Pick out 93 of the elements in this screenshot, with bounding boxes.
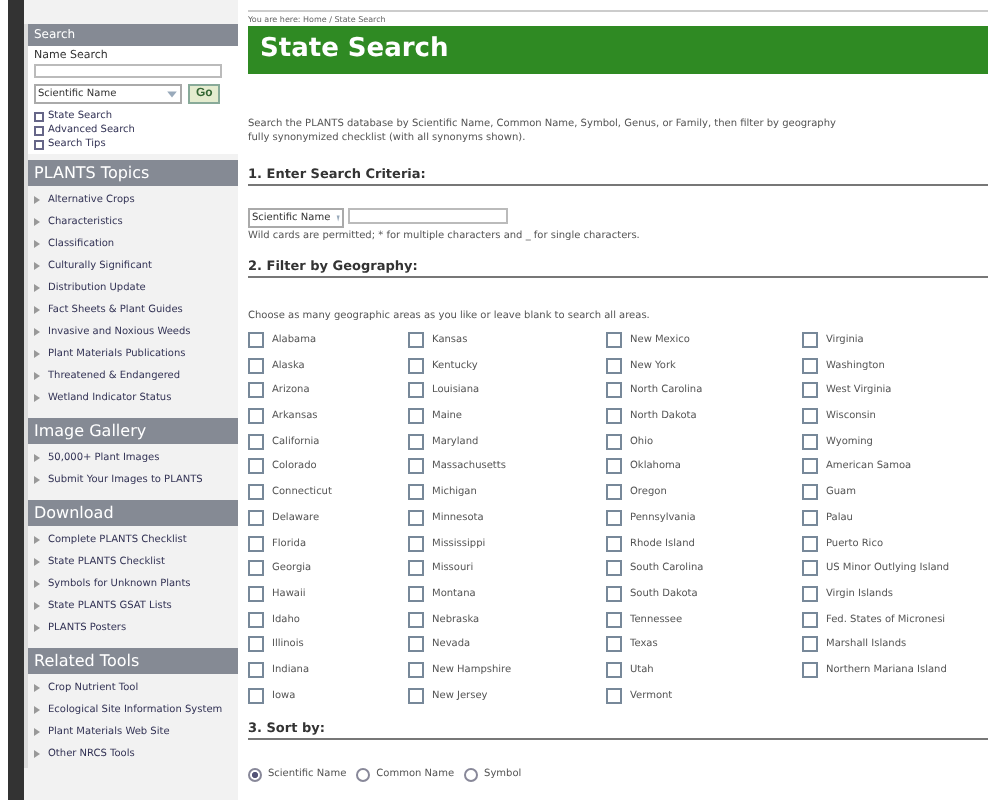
checkbox[interactable] [606,509,622,526]
bullet-icon [34,350,40,358]
bullet-icon [34,139,44,149]
checkbox[interactable] [606,636,622,653]
checkbox[interactable] [248,611,264,628]
checkbox[interactable] [606,433,622,450]
checkbox[interactable] [606,687,622,704]
bullet-icon [34,306,40,314]
checkbox[interactable] [248,458,264,475]
checkbox[interactable] [408,382,424,399]
bullet-icon [34,476,40,484]
sidebar-heading: Download [28,500,238,526]
checkbox[interactable] [408,509,424,526]
checkbox[interactable] [248,484,264,501]
bullet-icon [34,111,44,121]
checkbox[interactable] [802,585,818,602]
sidebar-heading: Image Gallery [28,418,238,444]
checkbox[interactable] [408,458,424,475]
bullet-icon [34,684,40,692]
checkbox[interactable] [606,382,622,399]
checkbox[interactable] [408,535,424,551]
checkbox[interactable] [606,585,622,602]
sidebar-heading: Related Tools [28,648,238,674]
checkbox[interactable] [606,535,622,551]
checkbox[interactable] [802,535,818,551]
checkbox[interactable] [606,332,622,348]
bullet-icon [34,328,40,336]
checkbox[interactable] [802,408,818,425]
checkbox[interactable] [408,560,424,577]
bullet-icon [34,536,40,544]
checkbox[interactable] [408,636,424,653]
bullet-icon [34,196,40,204]
checkbox[interactable] [408,687,424,704]
checkbox[interactable] [606,357,622,374]
bullet-icon [34,624,40,632]
checkbox[interactable] [248,332,264,348]
checkbox[interactable] [248,661,264,678]
bullet-icon [34,706,40,714]
checkbox[interactable] [248,560,264,577]
bullet-icon [34,580,40,588]
bullet-icon [34,558,40,566]
bullet-icon [34,240,40,248]
bullet-icon [34,750,40,758]
checkbox[interactable] [606,560,622,577]
checkbox[interactable] [802,433,818,450]
checkbox[interactable] [802,458,818,475]
radio-button[interactable] [248,767,262,782]
bullet-icon [34,602,40,610]
checkbox[interactable] [248,433,264,450]
checkbox[interactable] [802,509,818,526]
checkbox[interactable] [606,661,622,678]
checkbox[interactable] [408,332,424,348]
bullet-icon [34,125,44,135]
checkbox[interactable] [802,611,818,628]
radio-button[interactable] [356,767,371,782]
checkbox[interactable] [802,357,818,374]
bullet-icon [34,218,40,226]
checkbox[interactable] [248,408,264,425]
sidebar-heading: PLANTS Topics [28,160,238,186]
checkbox[interactable] [408,357,424,374]
checkbox[interactable] [248,535,264,551]
checkbox[interactable] [248,636,264,653]
checkbox[interactable] [606,484,622,501]
checkbox[interactable] [408,611,424,628]
checkbox[interactable] [248,687,264,704]
criteria-field[interactable] [348,208,508,224]
search-field[interactable] [34,64,223,78]
checkbox[interactable] [606,611,622,628]
checkbox[interactable] [408,433,424,450]
bullet-icon [34,262,40,270]
bullet-icon [34,284,40,292]
radio-button[interactable] [464,767,479,782]
bullet-icon [34,454,40,462]
checkbox[interactable] [802,382,818,399]
bullet-icon [34,394,40,402]
checkbox[interactable] [248,357,264,374]
checkbox[interactable] [802,661,818,678]
checkbox[interactable] [248,509,264,526]
checkbox[interactable] [408,585,424,602]
checkbox[interactable] [802,636,818,653]
checkbox[interactable] [606,458,622,475]
checkbox[interactable] [248,382,264,399]
checkbox[interactable] [802,484,818,501]
checkbox[interactable] [606,408,622,425]
checkbox[interactable] [802,560,818,577]
checkbox[interactable] [408,408,424,425]
bullet-icon [34,728,40,736]
checkbox[interactable] [248,585,264,602]
bullet-icon [34,372,40,380]
checkbox[interactable] [802,332,818,348]
page-title: State Search [248,26,988,74]
checkbox[interactable] [408,661,424,678]
checkbox[interactable] [408,484,424,501]
